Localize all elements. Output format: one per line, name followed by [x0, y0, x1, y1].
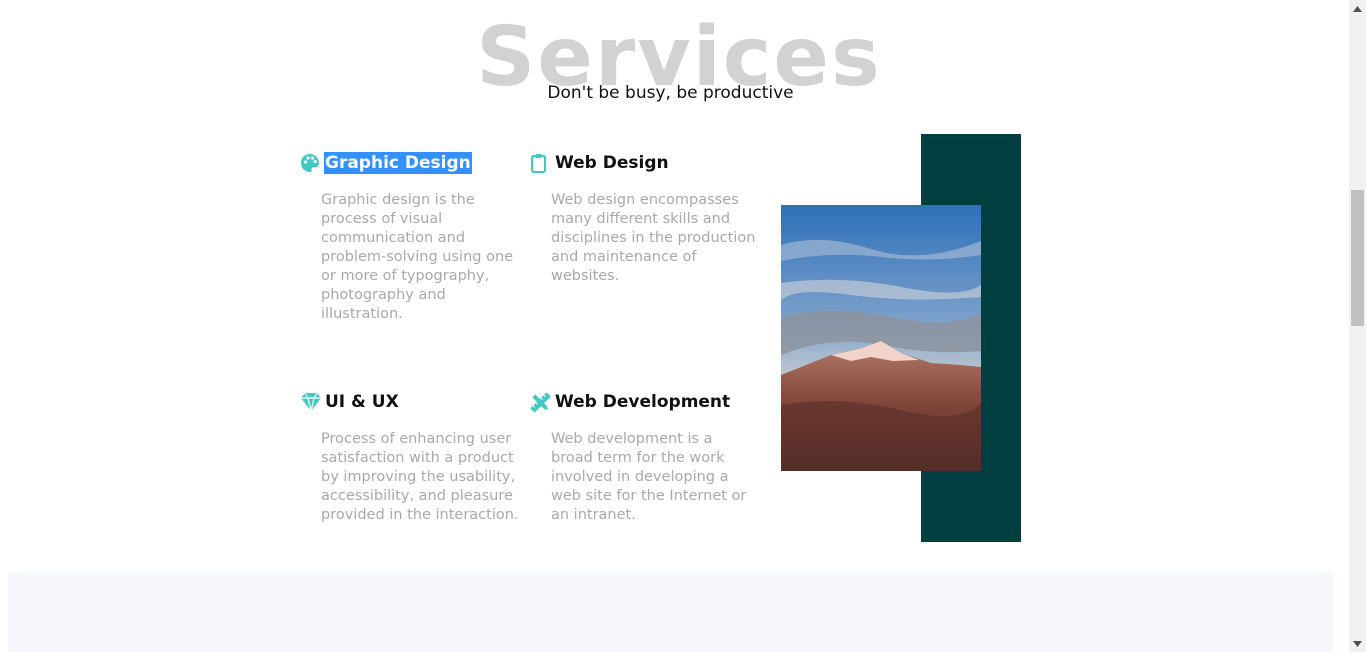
gem-icon [300, 391, 322, 413]
scrollbar-thumb[interactable] [1351, 190, 1364, 326]
service-header: Graphic Design [300, 151, 525, 175]
service-header: UI & UX [300, 390, 525, 414]
service-description: Web development is a broad term for the … [551, 431, 747, 523]
scroll-down-arrow-icon[interactable] [1349, 635, 1366, 652]
mountain-photo [781, 205, 981, 471]
scroll-up-arrow-icon[interactable] [1349, 0, 1366, 17]
service-ui-ux: UI & UX Process of enhancing user satisf… [300, 390, 525, 525]
pencil-ruler-icon [530, 391, 552, 413]
service-web-development: Web Development Web development is a bro… [530, 390, 755, 525]
service-header: Web Design [530, 151, 755, 175]
vertical-scrollbar[interactable] [1349, 0, 1366, 652]
service-web-design: Web Design Web design encompasses many d… [530, 151, 755, 286]
service-description: Web design encompasses many different sk… [551, 192, 756, 284]
page-viewport: Services Don't be busy, be productive Gr… [0, 0, 1349, 652]
palette-icon [300, 152, 322, 174]
service-description: Process of enhancing user satisfaction w… [321, 431, 519, 523]
section-subtitle: Don't be busy, be productive [547, 83, 794, 103]
service-title[interactable]: Graphic Design [324, 152, 472, 174]
service-title[interactable]: UI & UX [324, 391, 400, 413]
next-section-band [8, 572, 1333, 652]
clipboard-icon [530, 152, 552, 174]
service-description: Graphic design is the process of visual … [321, 192, 514, 322]
service-header: Web Development [530, 390, 755, 414]
service-title[interactable]: Web Development [554, 391, 731, 413]
service-title[interactable]: Web Design [554, 152, 670, 174]
service-graphic-design: Graphic Design Graphic design is the pro… [300, 151, 525, 324]
